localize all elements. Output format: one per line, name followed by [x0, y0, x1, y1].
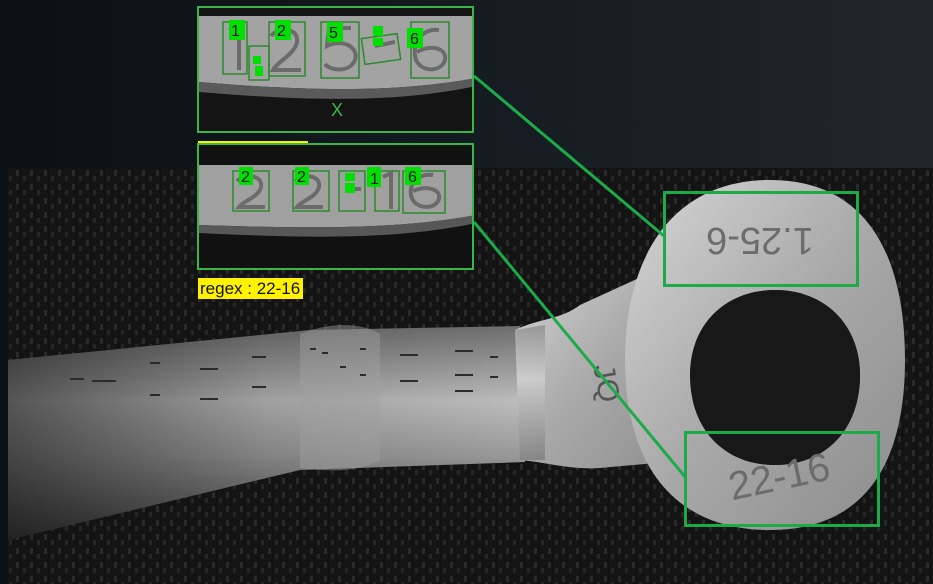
ocr-panel-2: 2 2 1 6: [197, 143, 474, 270]
center-marker: X: [331, 100, 343, 120]
char-label-2-2: 2: [297, 169, 306, 186]
roi-box-upper[interactable]: [663, 191, 859, 287]
char-label-1: 1: [231, 23, 240, 40]
regex-label-2: regex : 22-16: [198, 278, 304, 299]
ocr-panel-1: 1 2 5 6 X: [197, 6, 474, 133]
char-label-2-5: 6: [408, 169, 417, 186]
char-label-2-4: 1: [370, 171, 379, 188]
char-label-3: 5: [329, 25, 338, 42]
char-label-2-1: 2: [241, 169, 250, 186]
roi-box-lower[interactable]: [684, 431, 880, 527]
char-label-5: 6: [410, 31, 419, 48]
char-label-2: 2: [277, 23, 286, 40]
